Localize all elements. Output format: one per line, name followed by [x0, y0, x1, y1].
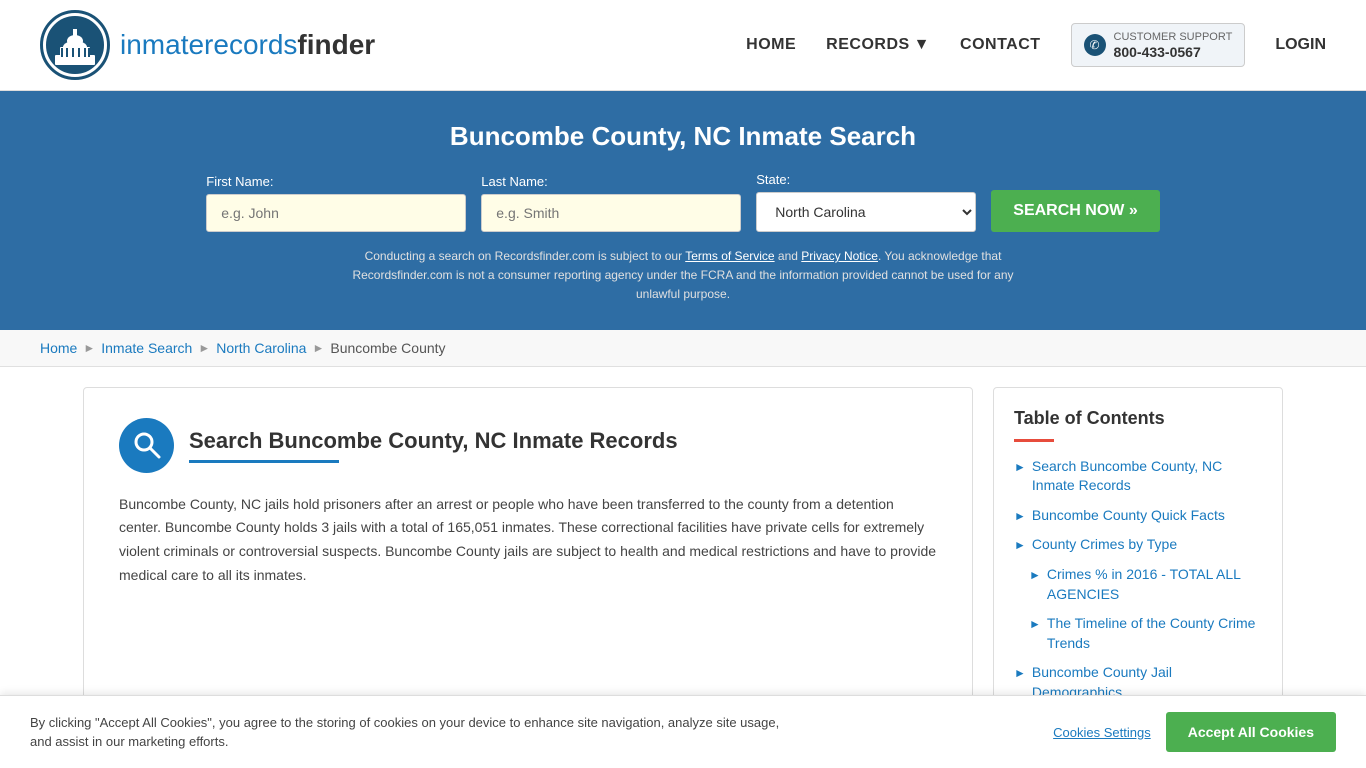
cookie-settings-button[interactable]: Cookies Settings — [1053, 725, 1151, 740]
nav-records-label: RECORDS — [826, 36, 910, 54]
cookie-text: By clicking "Accept All Cookies", you ag… — [30, 713, 780, 752]
chevron-icon-4: ► — [1029, 567, 1041, 584]
toc-item-4[interactable]: ► Crimes % in 2016 - TOTAL ALL AGENCIES — [1014, 565, 1262, 604]
last-name-label: Last Name: — [481, 174, 741, 189]
breadcrumb-inmate-search[interactable]: Inmate Search — [101, 340, 192, 356]
chevron-icon-6: ► — [1014, 665, 1026, 682]
breadcrumb-home[interactable]: Home — [40, 340, 77, 356]
article: Search Buncombe County, NC Inmate Record… — [83, 387, 973, 734]
breadcrumb-sep-3: ► — [312, 341, 324, 355]
article-title: Search Buncombe County, NC Inmate Record… — [189, 428, 678, 454]
logo-part2: finder — [297, 29, 375, 60]
search-icon — [119, 418, 174, 473]
cookie-actions: Cookies Settings Accept All Cookies — [1053, 712, 1336, 752]
logo-area: inmaterecordsfinder — [40, 10, 375, 80]
hero-section: Buncombe County, NC Inmate Search First … — [0, 91, 1366, 330]
toc-divider — [1014, 439, 1054, 442]
hero-title: Buncombe County, NC Inmate Search — [40, 121, 1326, 152]
state-select[interactable]: North Carolina — [756, 192, 976, 232]
main-nav: HOME RECORDS ▼ CONTACT ✆ CUSTOMER SUPPOR… — [746, 23, 1326, 67]
chevron-icon-3: ► — [1014, 537, 1026, 554]
support-button[interactable]: ✆ CUSTOMER SUPPORT 800-433-0567 — [1071, 23, 1246, 67]
toc-item-2[interactable]: ► Buncombe County Quick Facts — [1014, 506, 1262, 526]
phone-icon: ✆ — [1084, 34, 1106, 56]
state-group: State: North Carolina — [756, 172, 976, 232]
support-info: CUSTOMER SUPPORT 800-433-0567 — [1114, 30, 1233, 60]
article-title-container: Search Buncombe County, NC Inmate Record… — [189, 428, 678, 463]
breadcrumb-county: Buncombe County — [330, 340, 445, 356]
cookie-banner: By clicking "Accept All Cookies", you ag… — [0, 695, 1366, 768]
toc-title: Table of Contents — [1014, 408, 1262, 429]
article-header: Search Buncombe County, NC Inmate Record… — [119, 418, 937, 473]
nav-records[interactable]: RECORDS ▼ — [826, 36, 930, 54]
logo-icon — [40, 10, 110, 80]
toc-box: Table of Contents ► Search Buncombe Coun… — [993, 387, 1283, 734]
chevron-icon-5: ► — [1029, 616, 1041, 633]
sidebar: Table of Contents ► Search Buncombe Coun… — [993, 387, 1283, 734]
toc-label-3: County Crimes by Type — [1032, 535, 1177, 555]
nav-login[interactable]: LOGIN — [1275, 36, 1326, 54]
support-label: CUSTOMER SUPPORT — [1114, 30, 1233, 44]
toc-label-5: The Timeline of the County Crime Trends — [1047, 614, 1262, 653]
toc-item-3[interactable]: ► County Crimes by Type — [1014, 535, 1262, 555]
first-name-input[interactable] — [206, 194, 466, 232]
support-number: 800-433-0567 — [1114, 44, 1233, 60]
chevron-icon-2: ► — [1014, 508, 1026, 525]
last-name-input[interactable] — [481, 194, 741, 232]
search-form: First Name: Last Name: State: North Caro… — [40, 172, 1326, 232]
article-body: Buncombe County, NC jails hold prisoners… — [119, 493, 937, 588]
search-button[interactable]: SEARCH NOW » — [991, 190, 1159, 232]
breadcrumb-state[interactable]: North Carolina — [216, 340, 306, 356]
state-label: State: — [756, 172, 976, 187]
cookie-accept-button[interactable]: Accept All Cookies — [1166, 712, 1336, 752]
nav-home[interactable]: HOME — [746, 36, 796, 54]
last-name-group: Last Name: — [481, 174, 741, 232]
toc-label-1: Search Buncombe County, NC Inmate Record… — [1032, 457, 1262, 496]
article-title-underline — [189, 460, 339, 463]
tos-link[interactable]: Terms of Service — [685, 249, 774, 263]
toc-item-1[interactable]: ► Search Buncombe County, NC Inmate Reco… — [1014, 457, 1262, 496]
logo-text: inmaterecordsfinder — [120, 29, 375, 61]
toc-label-2: Buncombe County Quick Facts — [1032, 506, 1225, 526]
nav-contact[interactable]: CONTACT — [960, 36, 1041, 54]
first-name-label: First Name: — [206, 174, 466, 189]
breadcrumb: Home ► Inmate Search ► North Carolina ► … — [0, 330, 1366, 367]
toc-item-5[interactable]: ► The Timeline of the County Crime Trend… — [1014, 614, 1262, 653]
first-name-group: First Name: — [206, 174, 466, 232]
header: inmaterecordsfinder HOME RECORDS ▼ CONTA… — [0, 0, 1366, 91]
chevron-down-icon: ▼ — [914, 36, 930, 54]
logo-part1: inmaterecords — [120, 29, 297, 60]
breadcrumb-sep-1: ► — [83, 341, 95, 355]
chevron-icon-1: ► — [1014, 459, 1026, 476]
hero-disclaimer: Conducting a search on Recordsfinder.com… — [333, 247, 1033, 305]
breadcrumb-sep-2: ► — [198, 341, 210, 355]
privacy-link[interactable]: Privacy Notice — [801, 249, 878, 263]
toc-label-4: Crimes % in 2016 - TOTAL ALL AGENCIES — [1047, 565, 1262, 604]
